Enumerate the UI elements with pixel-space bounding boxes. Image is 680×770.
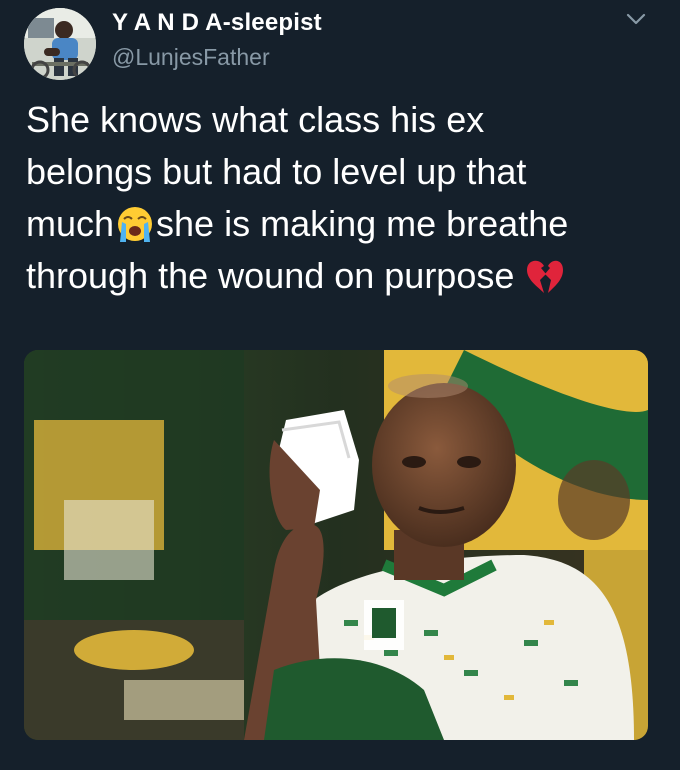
tweet-text-line: much she is making me breathe — [26, 198, 666, 250]
broken-heart-emoji-icon — [524, 256, 566, 296]
tweet-text-line: She knows what class his ex — [26, 99, 485, 140]
tweet-photo[interactable] — [24, 350, 648, 740]
chevron-down-icon[interactable] — [624, 10, 648, 28]
loudly-crying-face-emoji-icon — [114, 204, 156, 244]
tweet-text-segment: she is making me breathe — [156, 203, 569, 244]
avatar[interactable] — [24, 8, 96, 80]
tweet-text-segment: through the wound on purpose — [26, 255, 515, 296]
photo-image — [24, 350, 648, 740]
tweet-text: She knows what class his ex belongs but … — [26, 94, 666, 302]
tweet-text-line: belongs but had to level up that — [26, 151, 527, 192]
author-handle[interactable]: @LunjesFather — [112, 42, 270, 72]
profile-photo-icon — [24, 8, 96, 80]
tweet-text-segment: much — [26, 203, 115, 244]
author-display-name[interactable]: Y A N D A-sleepist — [112, 8, 322, 38]
tweet-card: Y A N D A-sleepist @LunjesFather She kno… — [0, 0, 680, 770]
tweet-text-line: through the wound on purpose — [26, 250, 666, 302]
